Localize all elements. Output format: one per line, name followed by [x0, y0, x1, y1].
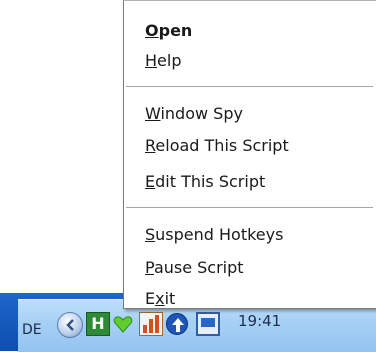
menu-item-label: dit This Script [155, 172, 266, 191]
menu-item-reload-script[interactable]: Reload This Script [145, 134, 289, 158]
mnemonic: P [145, 258, 154, 277]
menu-item-label-prefix: E [145, 289, 156, 308]
menu-separator [126, 207, 373, 209]
mnemonic: E [145, 172, 156, 191]
menu-item-label: elp [157, 51, 182, 70]
menu-item-label: indow Spy [160, 104, 243, 123]
mnemonic: O [145, 21, 159, 40]
mnemonic: x [155, 289, 165, 308]
mnemonic: S [145, 225, 156, 244]
network-icon[interactable] [166, 313, 188, 335]
menu-item-pause-script[interactable]: Pause Script [145, 256, 244, 280]
meter-icon[interactable] [139, 312, 163, 336]
menu-item-suspend-hotkeys[interactable]: Suspend Hotkeys [145, 223, 283, 247]
menu-item-edit-script[interactable]: Edit This Script [145, 170, 265, 194]
menu-item-label: ause Script [153, 258, 244, 277]
autohotkey-icon[interactable]: H [86, 312, 110, 336]
tray-context-menu: Open Help Window Spy Reload This Script … [123, 0, 376, 309]
mnemonic: R [145, 136, 156, 155]
menu-item-exit[interactable]: Exit [145, 287, 175, 311]
clock[interactable]: 19:41 [238, 312, 281, 330]
menu-item-label: eload This Script [155, 136, 289, 155]
menu-item-label: uspend Hotkeys [155, 225, 284, 244]
heart-icon[interactable] [113, 314, 133, 334]
menu-item-label: it [164, 289, 176, 308]
mnemonic: H [145, 51, 158, 70]
menu-item-open[interactable]: Open [145, 19, 192, 43]
monitor-icon[interactable] [196, 312, 220, 336]
menu-item-window-spy[interactable]: Window Spy [145, 102, 243, 126]
menu-separator [126, 86, 373, 88]
language-indicator[interactable]: DE [22, 320, 56, 340]
collapse-chevron-icon[interactable] [57, 312, 83, 338]
menu-item-help[interactable]: Help [145, 49, 181, 73]
menu-item-label: pen [158, 21, 193, 40]
mnemonic: W [145, 104, 161, 123]
